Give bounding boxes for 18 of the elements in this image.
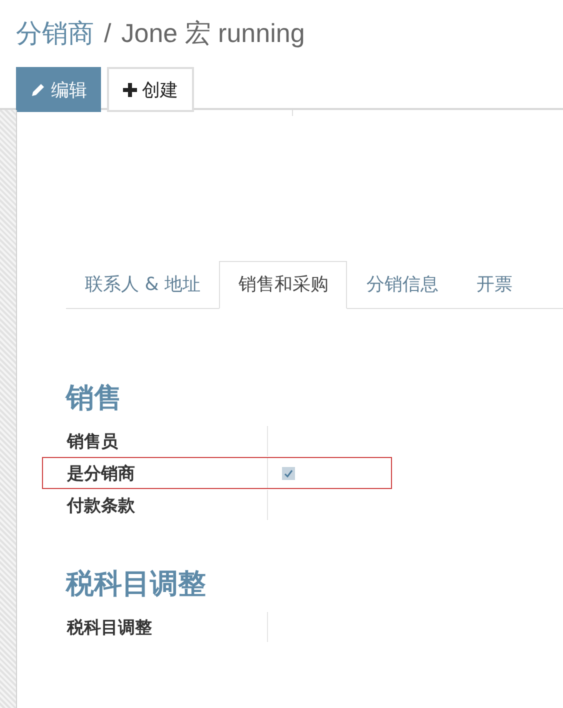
section-heading: 销售: [66, 380, 123, 416]
field-label: 付款条款: [67, 494, 136, 516]
breadcrumb-link[interactable]: 分销商: [16, 16, 94, 51]
section-heading: 税科目调整: [66, 566, 207, 602]
edit-button[interactable]: 编辑: [16, 67, 101, 112]
field-label: 是分销商: [67, 462, 136, 484]
field-label: 税科目调整: [67, 616, 153, 638]
record-title: Jone 宏 running: [121, 17, 305, 50]
plus-icon: [123, 82, 137, 96]
pencil-icon: [30, 82, 46, 98]
field-label: 销售员: [67, 430, 119, 452]
tab[interactable]: 开票: [457, 261, 532, 309]
tab[interactable]: 销售和采购: [219, 261, 348, 309]
tab[interactable]: 联系人 & 地址: [66, 261, 220, 309]
checkbox[interactable]: [282, 466, 295, 480]
breadcrumb-separator: /: [104, 18, 112, 49]
create-button[interactable]: 创建: [107, 67, 194, 112]
tab[interactable]: 分销信息: [347, 261, 458, 309]
